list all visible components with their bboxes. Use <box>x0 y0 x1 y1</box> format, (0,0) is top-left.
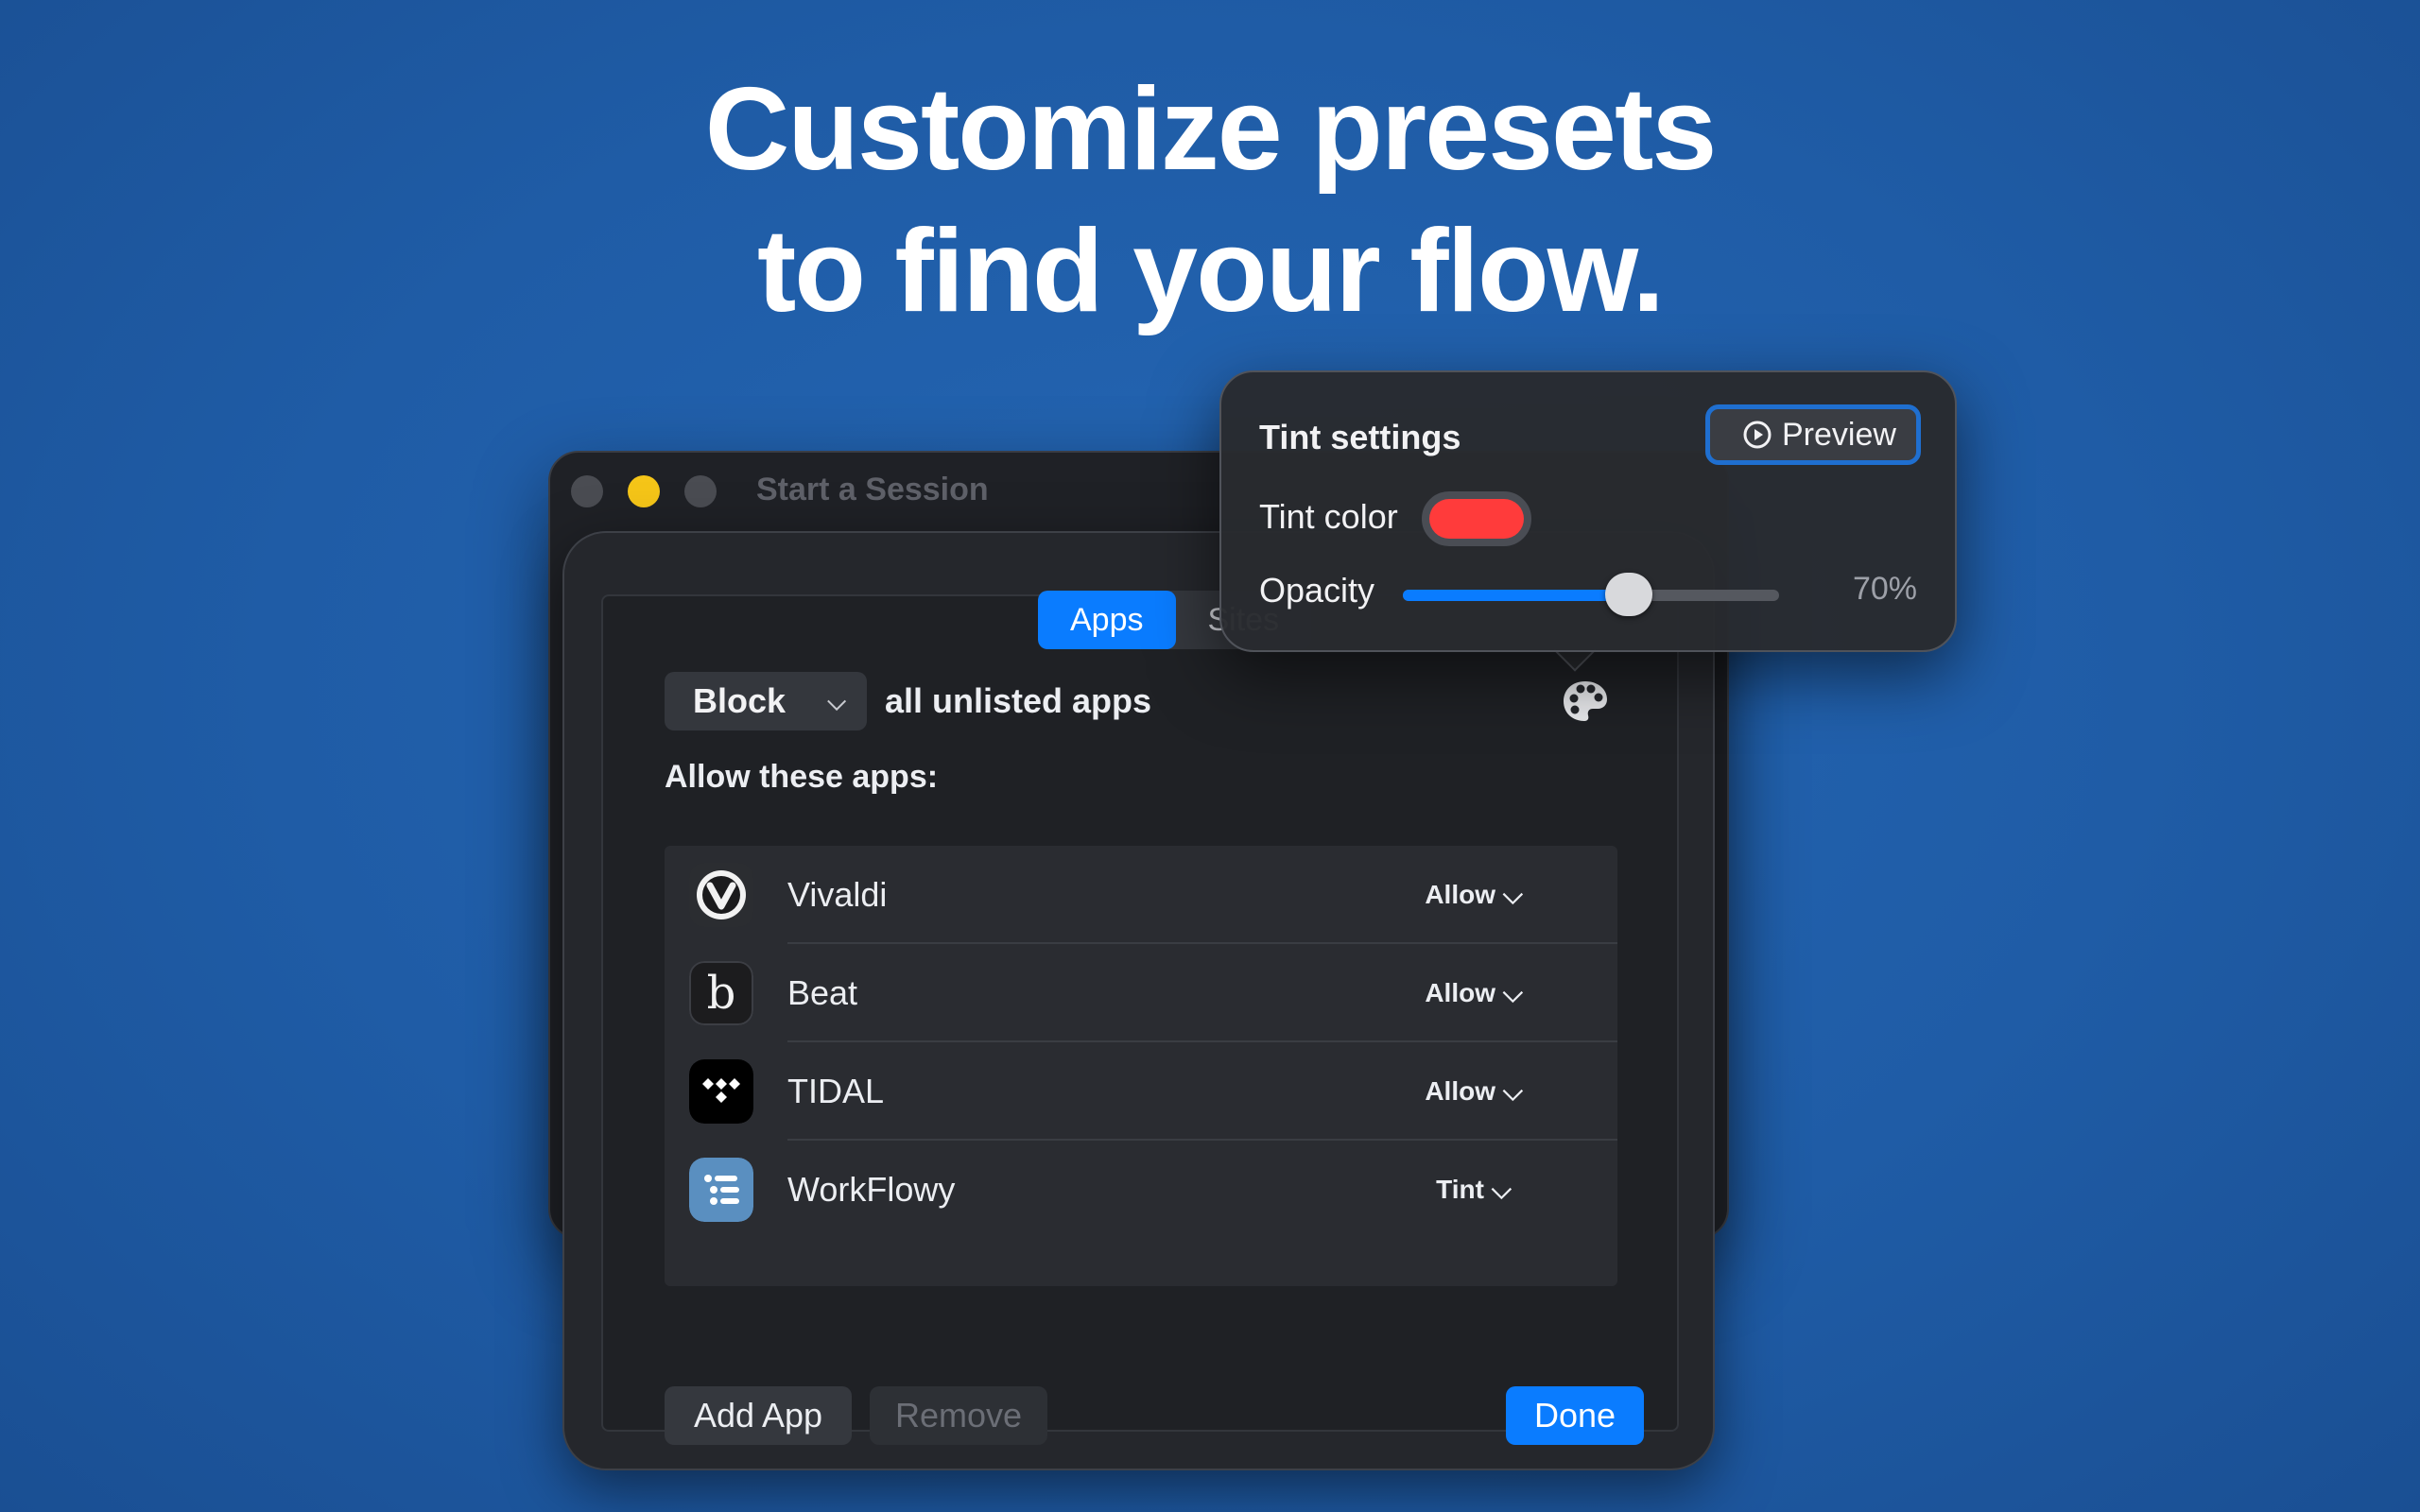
play-circle-icon <box>1743 421 1772 449</box>
tidal-icon <box>689 1059 753 1124</box>
app-action-dropdown[interactable]: Tint ⌵ <box>1436 1141 1512 1239</box>
popover-title: Tint settings <box>1259 418 1461 456</box>
tint-color-swatch <box>1429 499 1524 539</box>
svg-text:b: b <box>707 967 736 1020</box>
palette-icon[interactable] <box>1560 676 1611 727</box>
preset-sheet: Apps Sites Block ⌵ all unlisted apps All… <box>562 531 1715 1470</box>
opacity-value: 70% <box>1852 571 1917 607</box>
app-action-value: Allow <box>1425 1076 1495 1106</box>
app-action-dropdown[interactable]: Allow ⌵ <box>1425 944 1523 1042</box>
zoom-window-button[interactable] <box>684 475 717 507</box>
workflowy-icon <box>689 1158 753 1222</box>
vivaldi-icon <box>689 863 753 927</box>
app-list: Vivaldi Allow ⌵ b Beat Allow ⌵ TIDAL All… <box>665 846 1617 1286</box>
remove-button[interactable]: Remove <box>870 1386 1047 1445</box>
tint-color-well[interactable] <box>1422 491 1531 546</box>
block-mode-dropdown[interactable]: Block ⌵ <box>665 672 867 730</box>
app-action-dropdown[interactable]: Allow ⌵ <box>1425 846 1523 944</box>
preview-label: Preview <box>1782 417 1896 453</box>
opacity-slider-knob[interactable] <box>1604 573 1652 616</box>
chevron-down-icon: ⌵ <box>1502 1076 1523 1106</box>
opacity-label: Opacity <box>1259 571 1375 610</box>
chevron-down-icon: ⌵ <box>1502 880 1523 909</box>
chevron-down-icon: ⌵ <box>827 687 846 715</box>
close-window-button[interactable] <box>571 475 603 507</box>
allow-apps-label: Allow these apps: <box>665 759 939 795</box>
minimize-window-button[interactable] <box>628 475 660 507</box>
chevron-down-icon: ⌵ <box>1491 1175 1512 1204</box>
list-item[interactable]: TIDAL Allow ⌵ <box>665 1042 1617 1141</box>
list-item[interactable]: Vivaldi Allow ⌵ <box>665 846 1617 944</box>
app-name: WorkFlowy <box>787 1170 956 1209</box>
preview-button[interactable]: Preview <box>1705 404 1921 465</box>
list-item[interactable]: b Beat Allow ⌵ <box>665 944 1617 1042</box>
app-name: Vivaldi <box>787 875 888 914</box>
chevron-down-icon: ⌵ <box>1502 978 1523 1007</box>
sheet-content: Apps Sites Block ⌵ all unlisted apps All… <box>601 591 1679 1445</box>
headline: Customize presets to find your flow. <box>0 59 2420 342</box>
app-action-value: Allow <box>1425 978 1495 1007</box>
app-action-dropdown[interactable]: Allow ⌵ <box>1425 1042 1523 1141</box>
window-title: Start a Session <box>756 472 989 507</box>
opacity-slider[interactable] <box>1403 573 1779 616</box>
beat-icon: b <box>689 961 753 1025</box>
done-button[interactable]: Done <box>1506 1386 1644 1445</box>
tab-apps[interactable]: Apps <box>1038 591 1176 649</box>
tint-color-label: Tint color <box>1259 497 1398 536</box>
app-action-value: Tint <box>1436 1175 1484 1204</box>
app-name: Beat <box>787 973 858 1012</box>
mode-description: all unlisted apps <box>885 681 1152 720</box>
tint-settings-popover: Tint settings Preview Tint color Opacity… <box>1219 370 1957 652</box>
list-item[interactable]: WorkFlowy Tint ⌵ <box>665 1141 1617 1239</box>
app-action-value: Allow <box>1425 880 1495 909</box>
headline-line-1: Customize presets <box>704 64 1718 195</box>
block-mode-value: Block <box>693 681 786 720</box>
app-name: TIDAL <box>787 1072 885 1110</box>
add-app-button[interactable]: Add App <box>665 1386 852 1445</box>
headline-line-2: to find your flow. <box>756 206 1665 336</box>
opacity-slider-fill <box>1403 590 1629 601</box>
